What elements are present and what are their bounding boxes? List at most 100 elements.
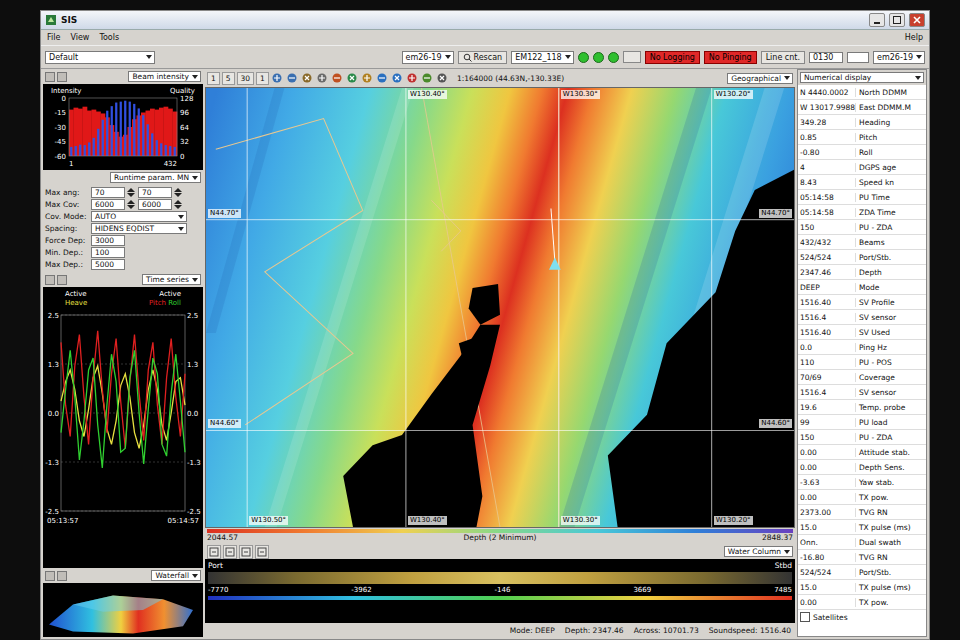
spin-buttons[interactable] xyxy=(127,200,136,209)
runtime-view-select[interactable]: Runtime param. MN xyxy=(110,172,201,183)
depth-color-scale: 2044.57Depth (2 Minimum)2848.37 xyxy=(205,528,795,544)
zoom-icon[interactable] xyxy=(207,545,221,559)
contour-icon[interactable] xyxy=(361,72,374,85)
pan-icon[interactable] xyxy=(223,545,237,559)
dropdown-arrow-icon[interactable] xyxy=(192,278,198,282)
float-button[interactable] xyxy=(45,571,55,581)
svg-text:-60: -60 xyxy=(55,153,66,161)
spin-buttons[interactable] xyxy=(127,188,136,197)
numerical-view-select[interactable]: Numerical display xyxy=(800,72,924,83)
depth-field[interactable]: 3000 xyxy=(91,235,125,246)
up-arrow-icon[interactable] xyxy=(127,200,135,204)
dropdown-arrow-icon[interactable] xyxy=(192,574,198,578)
info-icon[interactable] xyxy=(376,72,389,85)
panel-header: Numerical display xyxy=(798,70,926,85)
profile-select[interactable]: em26-19 xyxy=(873,51,925,64)
menu-item[interactable]: View xyxy=(70,33,89,42)
dropdown-arrow-icon[interactable] xyxy=(192,176,198,180)
numeric-row: -16.80TVG RN xyxy=(798,550,926,565)
close-panel-button[interactable] xyxy=(57,72,67,82)
port-field[interactable]: 70 xyxy=(91,187,125,198)
checkbox[interactable] xyxy=(800,612,810,622)
port-field[interactable]: 6000 xyxy=(91,199,125,210)
waterfall-select[interactable]: Waterfall xyxy=(151,570,201,581)
dropdown-arrow-icon[interactable] xyxy=(192,75,198,79)
spin-buttons[interactable] xyxy=(174,188,183,197)
up-arrow-icon[interactable] xyxy=(127,188,135,192)
layout-select[interactable]: Default xyxy=(45,51,155,64)
scale-button[interactable]: 1 xyxy=(207,72,220,85)
satellites-checkbox[interactable]: Satellites xyxy=(798,610,926,624)
line-count-button[interactable]: Line cnt. xyxy=(761,51,805,64)
beam-view-select[interactable]: Beam intensity xyxy=(128,71,201,82)
down-arrow-icon[interactable] xyxy=(127,205,135,209)
measure-icon[interactable] xyxy=(316,72,329,85)
scale-button[interactable]: 5 xyxy=(222,72,235,85)
depth-field[interactable]: 100 xyxy=(91,247,125,258)
alarm-button[interactable]: No Pinging xyxy=(704,51,757,64)
down-arrow-icon[interactable] xyxy=(127,193,135,197)
dropdown-arrow-icon[interactable] xyxy=(178,215,184,219)
quality-bar xyxy=(75,146,77,156)
refresh-icon[interactable] xyxy=(421,72,434,85)
maximize-button[interactable] xyxy=(889,13,905,27)
print-icon[interactable] xyxy=(436,72,449,85)
up-arrow-icon[interactable] xyxy=(174,200,182,204)
empty-field[interactable] xyxy=(847,52,869,63)
close-panel-button[interactable] xyxy=(57,571,67,581)
svg-text:-2.5: -2.5 xyxy=(45,508,59,516)
scale-button[interactable]: 1 xyxy=(256,72,269,85)
up-arrow-icon[interactable] xyxy=(174,188,182,192)
sounder-select[interactable]: EM122_118 xyxy=(511,51,574,64)
pan-icon[interactable] xyxy=(301,72,314,85)
close-button[interactable] xyxy=(909,13,925,27)
reset-icon[interactable] xyxy=(239,545,253,559)
minimize-button[interactable] xyxy=(869,13,885,27)
dropdown-arrow-icon[interactable] xyxy=(565,55,571,59)
starboard-field[interactable]: 70 xyxy=(138,187,172,198)
menu-item[interactable]: File xyxy=(47,33,60,42)
dropdown-arrow-icon[interactable] xyxy=(445,55,451,59)
water-column-view: PortStbd-7770-3962-14636697485 xyxy=(205,559,795,623)
color-icon[interactable] xyxy=(406,72,419,85)
water-column-select[interactable]: Water Column xyxy=(724,546,793,557)
dropdown-arrow-icon[interactable] xyxy=(784,76,790,80)
time-series-select[interactable]: Time series xyxy=(142,274,201,285)
down-arrow-icon[interactable] xyxy=(174,205,182,209)
blank-button[interactable] xyxy=(623,51,641,63)
starboard-field[interactable]: 6000 xyxy=(138,199,172,210)
line-count-field[interactable]: 0130 xyxy=(809,52,843,63)
zoom-in-icon[interactable] xyxy=(271,72,284,85)
menu-item[interactable]: Tools xyxy=(99,33,119,42)
grid-icon[interactable] xyxy=(346,72,359,85)
svg-text:96: 96 xyxy=(180,109,189,117)
parameter-select[interactable]: AUTO xyxy=(91,211,187,222)
system-select[interactable]: em26-19 xyxy=(402,51,454,64)
layers-icon[interactable] xyxy=(331,72,344,85)
float-button[interactable] xyxy=(45,72,55,82)
range-tick: 7485 xyxy=(774,586,792,594)
close-panel-button[interactable] xyxy=(57,275,67,285)
help-menu[interactable]: Help xyxy=(905,33,923,42)
svg-text:Pitch Roll: Pitch Roll xyxy=(149,299,181,307)
alarm-button[interactable]: No Logging xyxy=(645,51,700,64)
float-button[interactable] xyxy=(45,275,55,285)
zoom-out-icon[interactable] xyxy=(286,72,299,85)
dropdown-arrow-icon[interactable] xyxy=(915,76,921,80)
dropdown-arrow-icon[interactable] xyxy=(178,227,184,231)
dropdown-arrow-icon[interactable] xyxy=(784,550,790,554)
settings-icon[interactable] xyxy=(255,545,269,559)
parameter-select[interactable]: HIDENS EQDIST xyxy=(91,223,187,234)
map-view-select[interactable]: Geographical xyxy=(727,73,793,84)
scale-button[interactable]: 30 xyxy=(237,72,255,85)
spin-buttons[interactable] xyxy=(174,200,183,209)
dropdown-arrow-icon[interactable] xyxy=(146,55,152,59)
dropdown-arrow-icon[interactable] xyxy=(916,55,922,59)
down-arrow-icon[interactable] xyxy=(174,193,182,197)
bathymetry-map[interactable]: W130.40°W130.30°W130.20°W130.50°W130.40°… xyxy=(205,87,795,528)
svg-text:32: 32 xyxy=(180,138,189,146)
range-tick: 3669 xyxy=(633,586,651,594)
rescan-button[interactable]: Rescan xyxy=(458,51,508,64)
depth-field[interactable]: 5000 xyxy=(91,259,125,270)
help-icon[interactable] xyxy=(391,72,404,85)
